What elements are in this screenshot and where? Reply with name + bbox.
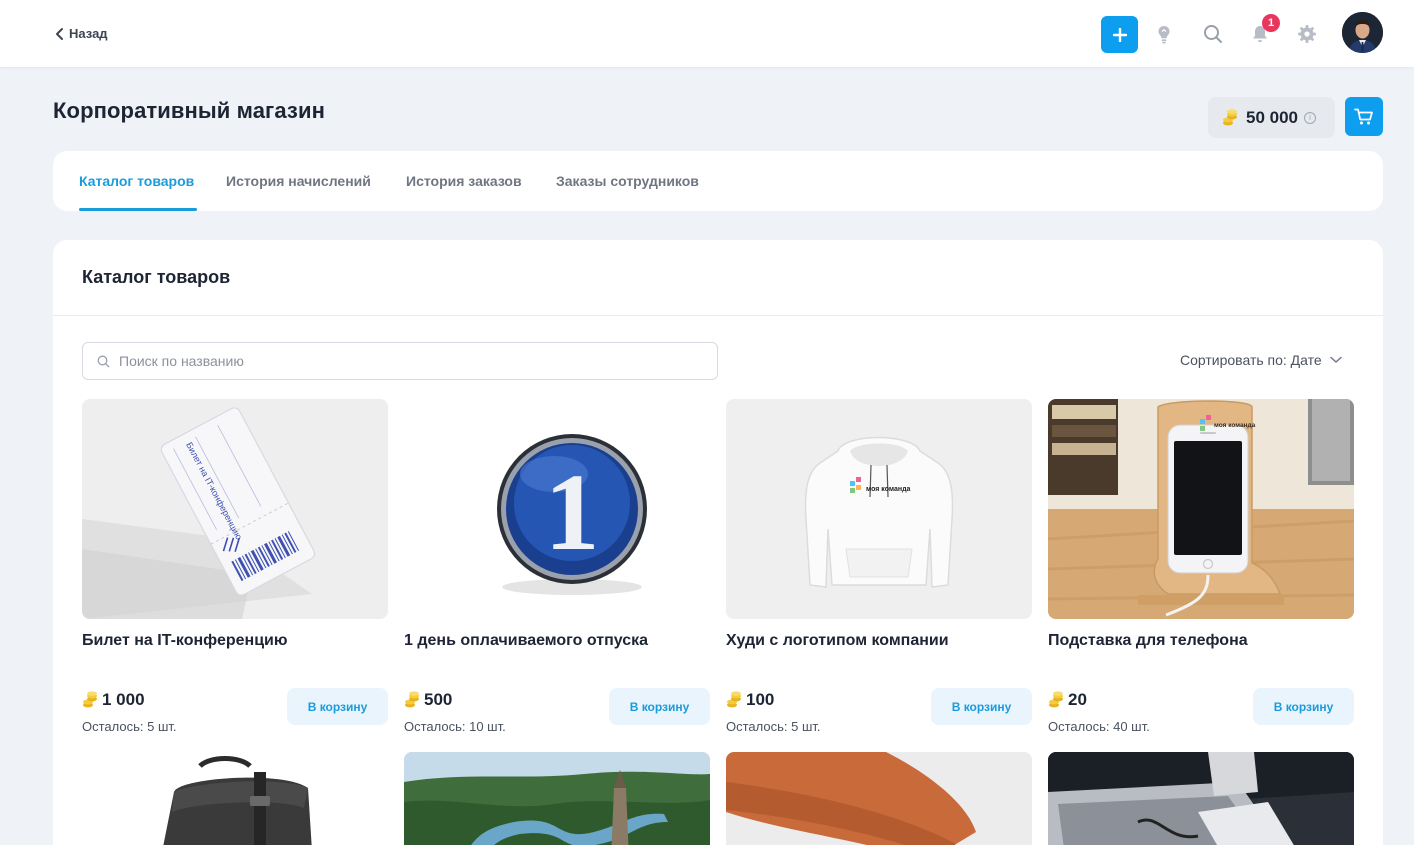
search-input[interactable] (119, 343, 709, 379)
catalog-panel: Каталог товаров Сортировать по: Дате (53, 240, 1383, 845)
sort-dropdown[interactable]: Сортировать по: Дате (1180, 352, 1342, 368)
settings-button[interactable] (1295, 22, 1319, 46)
mug-image (726, 752, 1032, 845)
desk-image (1048, 752, 1354, 845)
top-bar: Назад 1 (0, 0, 1414, 67)
info-icon[interactable]: i (1304, 111, 1316, 124)
price-value: 500 (424, 690, 453, 709)
product-price: 20 (1048, 690, 1087, 710)
page-title: Корпоративный магазин (53, 98, 325, 123)
stock-remaining: Осталось: 5 шт. (726, 719, 821, 734)
cart-icon (1354, 108, 1373, 124)
hoodie-logo-text: моя команда (866, 486, 911, 493)
stock-remaining: Осталось: 10 шт. (404, 719, 506, 734)
sort-label: Сортировать по: Дате (1180, 352, 1322, 368)
tips-button[interactable] (1152, 22, 1176, 46)
product-image-landscape[interactable] (404, 752, 710, 845)
product-image-phone-stand[interactable]: моя команда (1048, 399, 1354, 619)
plus-icon (1112, 27, 1127, 42)
tab-employee-orders[interactable]: Заказы сотрудников (556, 173, 699, 189)
stock-remaining: Осталось: 5 шт. (82, 719, 177, 734)
avatar-image (1342, 12, 1383, 53)
product-image-vacation[interactable]: 1 (404, 399, 710, 619)
search-box[interactable] (82, 342, 718, 380)
chevron-left-icon (56, 27, 63, 40)
coins-icon (727, 691, 741, 708)
coins-icon (83, 691, 97, 708)
notification-badge: 1 (1262, 14, 1280, 32)
tab-accrual-history[interactable]: История начислений (226, 173, 371, 189)
catalog-title: Каталог товаров (82, 267, 231, 287)
stock-remaining: Осталось: 40 шт. (1048, 719, 1150, 734)
gear-icon (1298, 25, 1316, 43)
global-search-button[interactable] (1201, 22, 1225, 46)
stand-logo-text: моя команда (1214, 422, 1256, 429)
product-price: 1 000 (82, 690, 145, 710)
hoodie-image: моя команда (726, 399, 1032, 619)
product-image-ticket[interactable]: Билет на IT-конференцию (82, 399, 388, 619)
search-icon (97, 355, 110, 368)
tab-order-history[interactable]: История заказов (406, 173, 522, 189)
medal-image: 1 (404, 399, 710, 619)
active-tab-indicator (79, 208, 197, 211)
add-to-cart-button[interactable]: В корзину (287, 688, 388, 725)
ticket-image: Билет на IT-конференцию (82, 399, 388, 619)
product-name[interactable]: Подставка для телефона (1048, 632, 1248, 650)
price-value: 20 (1068, 690, 1087, 709)
product-name[interactable]: Билет на IT-конференцию (82, 632, 288, 650)
coins-icon (1223, 108, 1237, 125)
product-image-hoodie[interactable]: моя команда (726, 399, 1032, 619)
tab-catalog[interactable]: Каталог товаров (79, 173, 194, 189)
phone-stand-image: моя команда (1048, 399, 1354, 619)
coins-icon (405, 691, 419, 708)
coins-icon (1049, 691, 1063, 708)
add-to-cart-button[interactable]: В корзину (1253, 688, 1354, 725)
add-to-cart-button[interactable]: В корзину (931, 688, 1032, 725)
product-image-mug[interactable] (726, 752, 1032, 845)
add-to-cart-button[interactable]: В корзину (609, 688, 710, 725)
user-avatar[interactable] (1342, 12, 1383, 53)
product-price: 500 (404, 690, 452, 710)
balance-value: 50 000 (1246, 107, 1298, 127)
chevron-down-icon (1329, 356, 1342, 363)
price-value: 1 000 (102, 690, 145, 709)
medal-digit: 1 (545, 451, 600, 573)
search-icon (1204, 25, 1222, 43)
balance-display: 50 000 i (1208, 97, 1335, 138)
back-link[interactable]: Назад (55, 26, 108, 41)
cart-button[interactable] (1345, 97, 1383, 136)
product-image-desk[interactable] (1048, 752, 1354, 845)
divider (53, 315, 1383, 316)
product-image-backpack[interactable] (82, 752, 388, 845)
backpack-image (82, 752, 388, 845)
price-value: 100 (746, 690, 775, 709)
landscape-image (404, 752, 710, 845)
product-name[interactable]: 1 день оплачиваемого отпуска (404, 632, 648, 650)
lightbulb-icon (1158, 26, 1170, 44)
add-button[interactable] (1101, 16, 1138, 53)
tabs-bar: Каталог товаров История начислений Истор… (53, 151, 1383, 211)
product-name[interactable]: Худи с логотипом компании (726, 632, 949, 650)
product-price: 100 (726, 690, 774, 710)
back-label: Назад (69, 26, 108, 41)
